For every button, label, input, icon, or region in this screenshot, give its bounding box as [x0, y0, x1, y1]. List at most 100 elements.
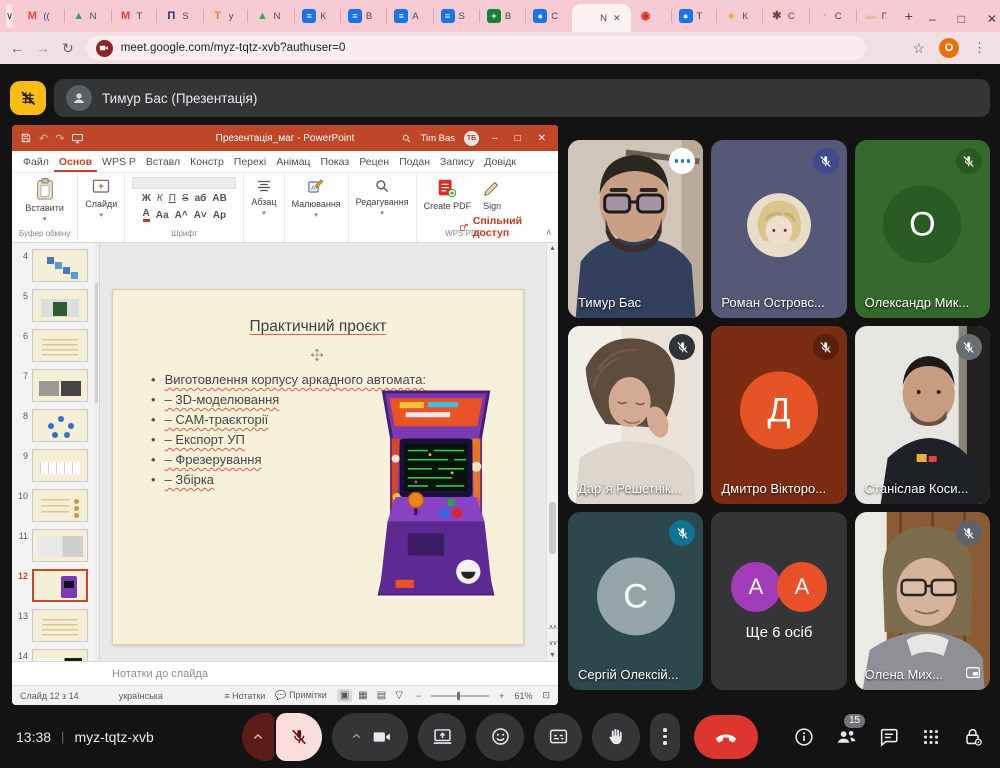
ribbon-tab[interactable]: Подан [394, 153, 435, 172]
slide-thumbnail[interactable]: 5 [14, 289, 96, 322]
browser-tab[interactable]: ≡ К [294, 0, 340, 32]
mic-options-chevron[interactable] [242, 713, 274, 761]
browser-tab[interactable]: ▲ N [64, 0, 111, 32]
bookmark-star-icon[interactable]: ☆ [912, 40, 925, 57]
account-avatar[interactable]: ТБ [464, 131, 479, 146]
slide-thumbnail[interactable]: 4 [14, 249, 96, 282]
zoom-level[interactable]: 61% [514, 691, 532, 701]
search-icon[interactable] [401, 133, 412, 144]
meeting-details-button[interactable] [793, 726, 815, 748]
reactions-button[interactable] [476, 713, 524, 761]
fit-slide-button[interactable]: ⊡ [542, 690, 550, 701]
tab-close-icon[interactable]: ✕ [613, 13, 621, 24]
tile-darya[interactable]: Дар`я Решетнік... [568, 326, 703, 504]
font-style-button[interactable]: АВ [212, 193, 226, 204]
address-bar[interactable]: meet.google.com/myz-tqtz-xvb?authuser=0 [86, 36, 866, 60]
mic-muted-button[interactable] [276, 713, 322, 761]
new-slide-button[interactable]: Слайди▾ [85, 177, 117, 219]
browser-tab[interactable]: ≡ S [433, 0, 479, 32]
slide-thumbnail[interactable]: 10 [14, 489, 96, 522]
paste-button[interactable]: Вставити▾ [25, 177, 64, 223]
ribbon-tab[interactable]: Рецен [354, 153, 394, 172]
thumbnail-scrollbar[interactable] [94, 243, 99, 661]
share-button[interactable]: Спільний доступ [459, 215, 552, 239]
account-name[interactable]: Tim Bas [421, 133, 455, 144]
redo-icon[interactable]: ↷ [55, 132, 64, 145]
browser-tab[interactable]: ≡ А [386, 0, 432, 32]
picture-in-picture-icon[interactable] [964, 664, 982, 682]
font-style-button[interactable]: П [169, 193, 176, 204]
browser-tab[interactable]: ◔ С [809, 0, 856, 32]
url-text[interactable]: meet.google.com/myz-tqtz-xvb?authuser=0 [121, 42, 346, 54]
ribbon-tab[interactable]: Показ [315, 153, 354, 172]
tile-roman[interactable]: Роман Островс... [711, 140, 846, 318]
create-pdf-button[interactable]: Create PDF [424, 177, 472, 211]
activities-button[interactable] [920, 726, 942, 748]
tile-timur-bas[interactable]: Тимур Бас [568, 140, 703, 318]
maximize-button[interactable]: □ [958, 12, 965, 26]
slide-thumbnail[interactable]: 12 [14, 569, 96, 602]
browser-tab[interactable]: ▲ N [247, 0, 294, 32]
ribbon-tab[interactable]: Перехі [229, 153, 271, 172]
browser-tab[interactable]: + В [479, 0, 525, 32]
font-style-button[interactable]: Ж [142, 193, 151, 204]
shared-screen-powerpoint[interactable]: ↶ ↷ Презентація_маг - PowerPoint Tim Bas… [12, 125, 558, 705]
ppt-minimize-button[interactable]: – [488, 133, 502, 144]
notes-pane[interactable]: Нотатки до слайда [12, 661, 558, 685]
view-button[interactable]: ▦ [355, 689, 370, 702]
browser-tab[interactable]: T у [203, 0, 248, 32]
view-button[interactable]: ▣ [337, 689, 352, 702]
font-color-button[interactable]: А [143, 208, 150, 222]
ribbon-tab[interactable]: Основ [54, 153, 97, 172]
font-style-button[interactable]: аб [195, 193, 207, 204]
previous-slide-button[interactable]: ∧∧ [547, 625, 558, 631]
browser-tab[interactable]: ✱ С [762, 0, 809, 32]
reload-button[interactable]: ↻ [62, 40, 74, 57]
slide-thumbnail[interactable]: 13 [14, 609, 96, 642]
present-button[interactable] [418, 713, 466, 761]
ppt-close-button[interactable]: ✕ [534, 133, 550, 144]
current-slide[interactable]: Практичний проєкт Виготовлення корпусу а… [112, 289, 524, 645]
tile-overflow[interactable]: А А Ще 6 осіб [711, 512, 846, 690]
camera-in-use-icon[interactable] [96, 40, 113, 57]
slide-thumbnail[interactable]: 7 [14, 369, 96, 402]
ribbon-tab[interactable]: Довідк [479, 153, 521, 172]
more-options-button[interactable] [650, 713, 680, 761]
browser-tab[interactable]: N ✕ [572, 4, 630, 32]
close-button[interactable]: ✕ [987, 12, 997, 26]
end-call-button[interactable] [694, 715, 758, 759]
people-button[interactable]: 15 [835, 725, 858, 748]
profile-avatar[interactable]: О [939, 38, 959, 58]
scroll-up-icon[interactable]: ▲ [547, 245, 558, 252]
sign-button[interactable]: Sign [481, 177, 503, 211]
camera-control[interactable] [332, 713, 408, 761]
tile-dmytro[interactable]: Д Дмитро Вікторо... [711, 326, 846, 504]
browser-tab[interactable]: ● К [716, 0, 762, 32]
slide-scrollbar[interactable]: ▲ ∧∧ ∨∨ ▼ [546, 243, 558, 661]
slide-thumbnail[interactable]: 14 [14, 649, 96, 661]
notes-toggle[interactable]: ≡ Нотатки [224, 691, 265, 701]
slide-thumbnail[interactable]: 6 [14, 329, 96, 362]
font-color-button[interactable]: А˅ [194, 210, 207, 221]
ribbon-tab[interactable]: WPS P [97, 153, 141, 172]
back-button[interactable]: ← [10, 40, 24, 56]
scroll-down-icon[interactable]: ▼ [547, 652, 558, 659]
paragraph-button[interactable]: Абзац▾ [251, 177, 276, 217]
tab-search-button[interactable]: ∨ [6, 4, 13, 28]
font-style-button[interactable]: К [157, 193, 163, 204]
drawing-button[interactable]: A Малювання▾ [292, 177, 341, 219]
zoom-slider[interactable] [431, 695, 489, 697]
view-button[interactable]: ▽ [392, 689, 406, 702]
font-style-button[interactable]: S [182, 193, 189, 204]
scrollbar-thumb[interactable] [549, 502, 556, 554]
browser-tab[interactable]: ● С [525, 0, 572, 32]
font-name-select[interactable] [132, 177, 236, 189]
browser-tab[interactable]: ▬ Г [856, 0, 901, 32]
font-color-button[interactable]: А^ [175, 210, 188, 221]
slide-editing-area[interactable]: Практичний проєкт Виготовлення корпусу а… [100, 243, 546, 661]
slideshow-icon[interactable] [71, 132, 84, 145]
undo-icon[interactable]: ↶ [39, 132, 48, 145]
browser-tab[interactable]: ◉ [631, 0, 671, 32]
tile-serhii[interactable]: С Сергій Олексій... [568, 512, 703, 690]
font-color-button[interactable]: Ар [213, 210, 226, 221]
